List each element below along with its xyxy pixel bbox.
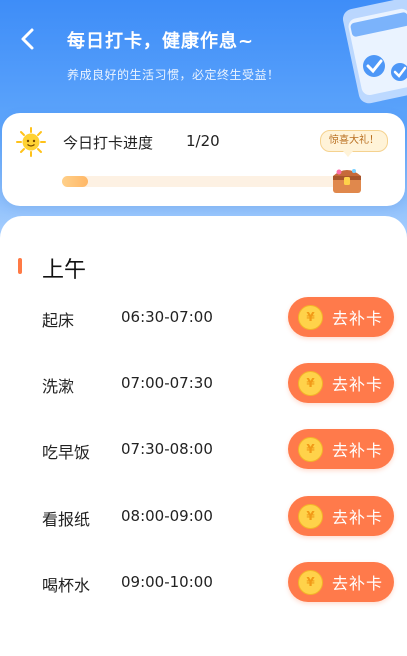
progress-label: 今日打卡进度 [63, 134, 154, 152]
progress-bar [62, 176, 346, 187]
makeup-checkin-label: 去补卡 [332, 309, 384, 328]
schedule-item-time: 09:00-10:00 [121, 573, 213, 591]
makeup-checkin-button[interactable]: ¥ 去补卡 [288, 363, 394, 403]
makeup-checkin-button[interactable]: ¥ 去补卡 [288, 562, 394, 602]
schedule-row: 洗漱 07:00-07:30 ¥ 去补卡 [0, 361, 407, 405]
schedule-item-name: 看报纸 [42, 510, 91, 529]
makeup-checkin-button[interactable]: ¥ 去补卡 [288, 429, 394, 469]
progress-count: 1/20 [186, 132, 220, 150]
coin-icon: ¥ [298, 503, 323, 529]
makeup-checkin-label: 去补卡 [332, 375, 384, 394]
schedule-row: 看报纸 08:00-09:00 ¥ 去补卡 [0, 494, 407, 538]
coin-icon: ¥ [298, 436, 323, 462]
schedule-item-time: 08:00-09:00 [121, 507, 213, 525]
schedule-item-time: 07:30-08:00 [121, 440, 213, 458]
section-title: 上午 [42, 258, 87, 283]
makeup-checkin-label: 去补卡 [332, 574, 384, 593]
schedule-item-time: 06:30-07:00 [121, 308, 213, 326]
back-button[interactable] [14, 26, 40, 52]
schedule-item-name: 吃早饭 [42, 443, 91, 462]
treasure-chest-icon[interactable] [329, 164, 365, 196]
page-subtitle: 养成良好的生活习惯，必定终生受益！ [67, 68, 280, 82]
schedule-item-time: 07:00-07:30 [121, 374, 213, 392]
calendar-checklist-icon [342, 0, 407, 104]
page-title: 每日打卡，健康作息~ [67, 31, 255, 52]
sun-icon [16, 127, 46, 157]
schedule-item-name: 洗漱 [42, 377, 75, 396]
makeup-checkin-label: 去补卡 [332, 441, 384, 460]
coin-icon: ¥ [298, 304, 323, 330]
makeup-checkin-button[interactable]: ¥ 去补卡 [288, 496, 394, 536]
progress-bar-fill [62, 176, 88, 187]
coin-icon: ¥ [298, 569, 323, 595]
makeup-checkin-label: 去补卡 [332, 508, 384, 527]
section-accent-bar [18, 258, 22, 274]
schedule-item-name: 喝杯水 [42, 576, 91, 595]
chevron-left-icon [21, 28, 34, 50]
schedule-row: 起床 06:30-07:00 ¥ 去补卡 [0, 295, 407, 339]
makeup-checkin-button[interactable]: ¥ 去补卡 [288, 297, 394, 337]
schedule-item-name: 起床 [42, 311, 75, 330]
gift-bubble: 惊喜大礼！ [320, 130, 388, 157]
coin-icon: ¥ [298, 370, 323, 396]
schedule-row: 喝杯水 09:00-10:00 ¥ 去补卡 [0, 560, 407, 604]
schedule-row: 吃早饭 07:30-08:00 ¥ 去补卡 [0, 427, 407, 471]
